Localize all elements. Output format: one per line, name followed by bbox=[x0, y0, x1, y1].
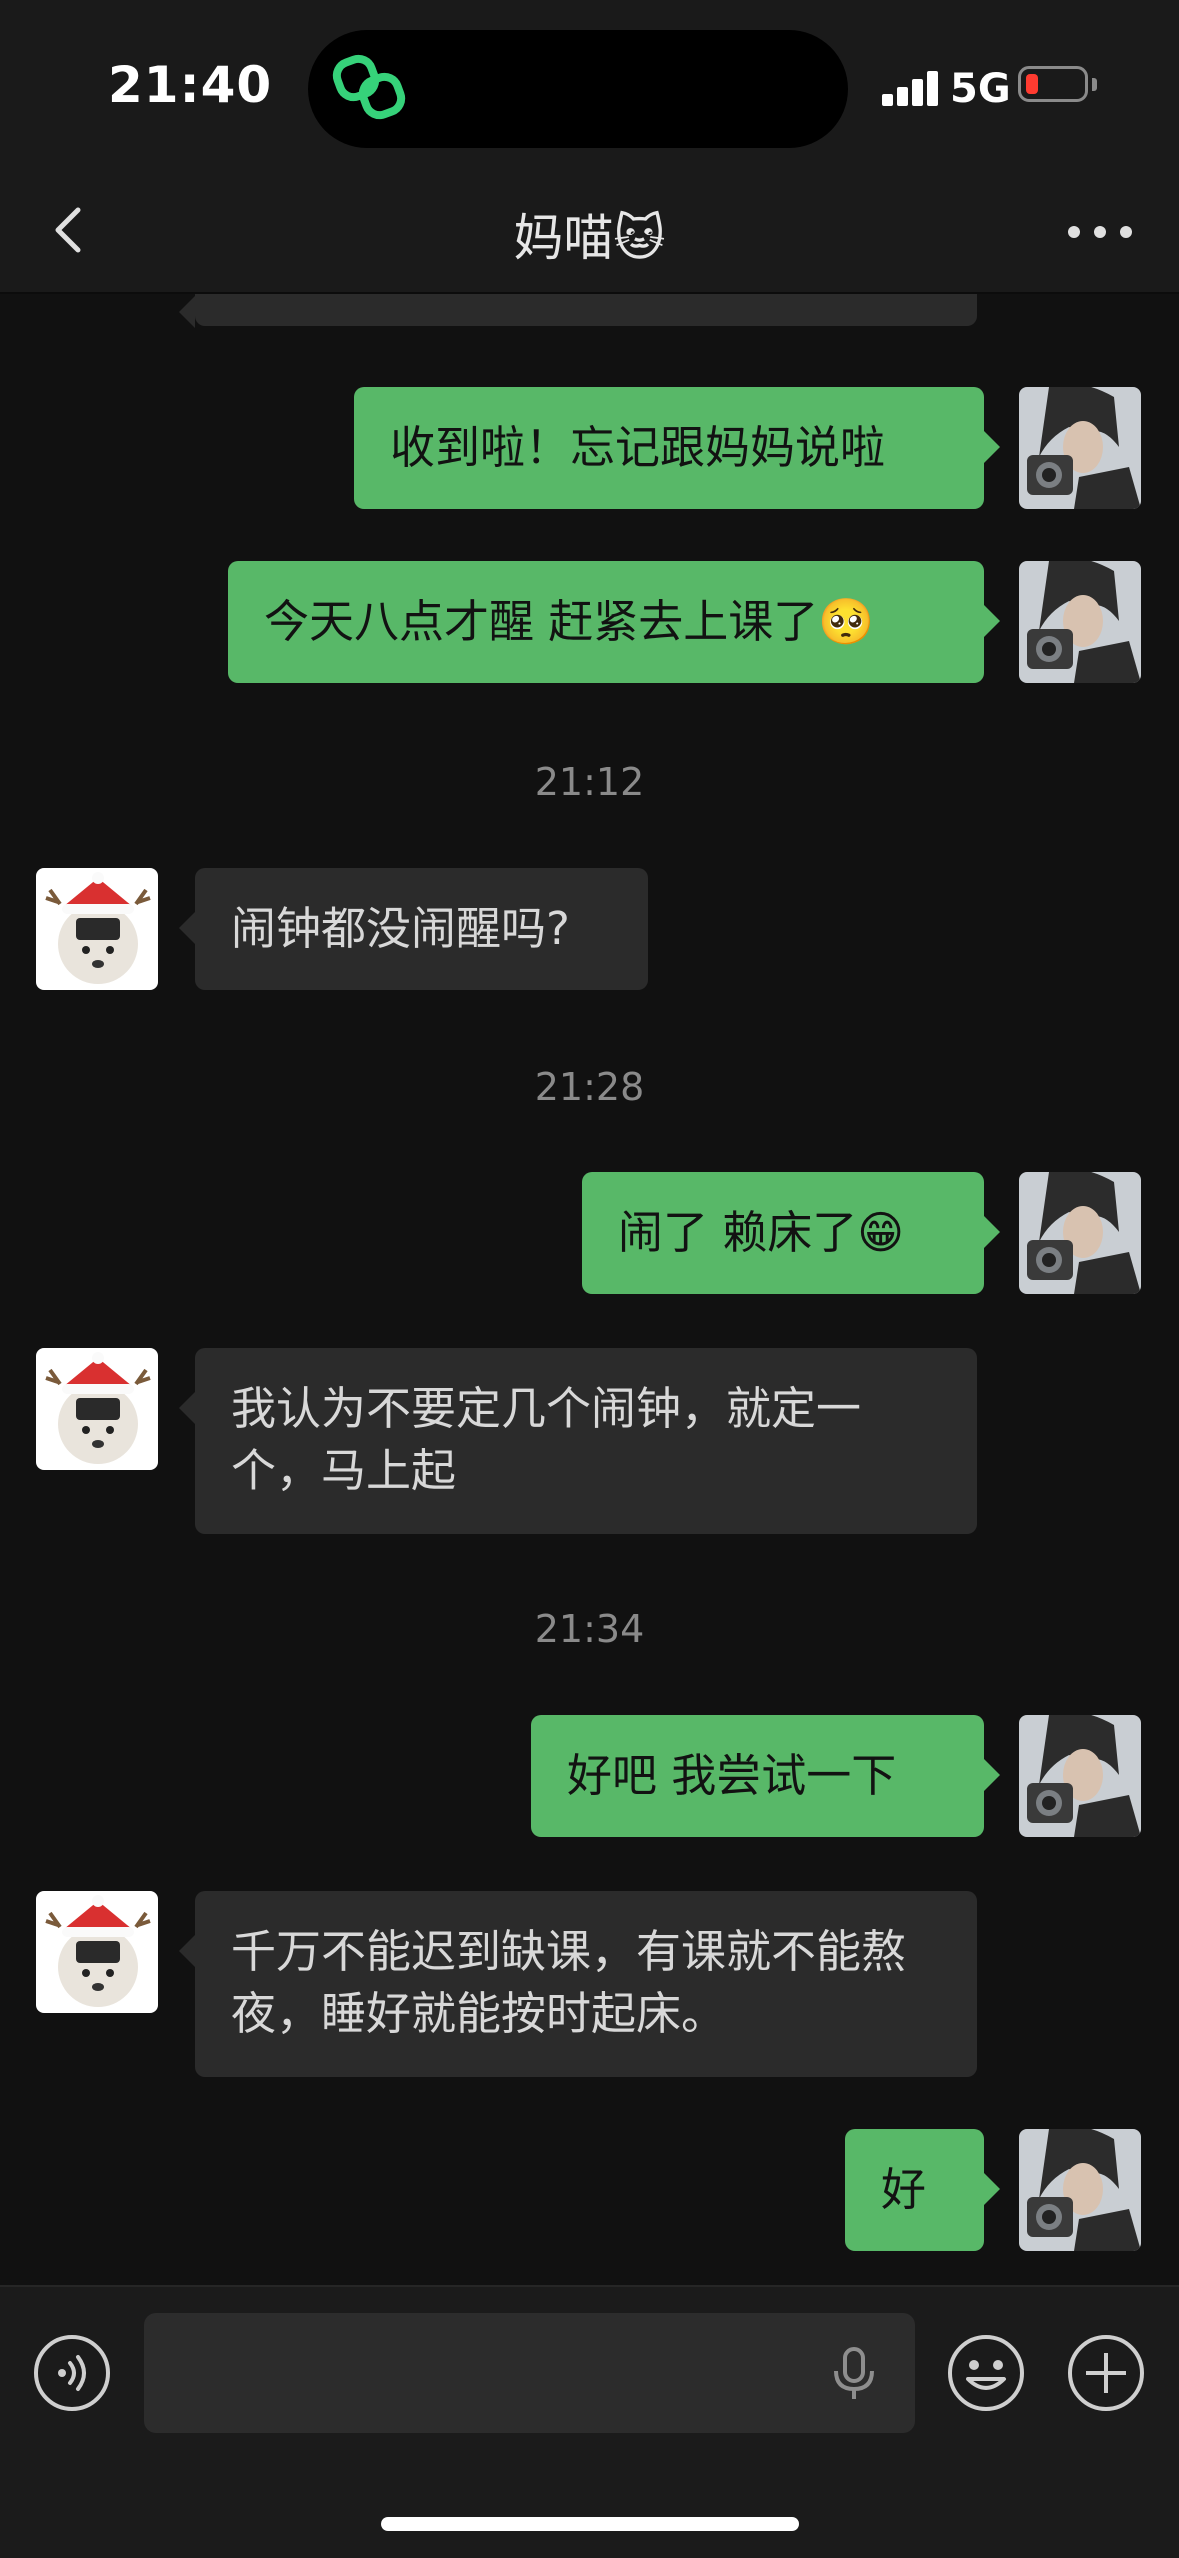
message-bubble-outgoing[interactable]: 收到啦！忘记跟妈妈说啦 bbox=[354, 387, 1000, 509]
battery-icon bbox=[1018, 66, 1088, 102]
contact-avatar[interactable] bbox=[36, 1348, 158, 1470]
message-bubble-outgoing[interactable]: 闹了 赖床了😁 bbox=[582, 1172, 1000, 1294]
plus-icon[interactable] bbox=[1066, 2333, 1146, 2413]
my-avatar[interactable] bbox=[1019, 2129, 1141, 2251]
message-bubble-incoming[interactable]: 闹钟都没闹醒吗? bbox=[179, 868, 648, 990]
contact-avatar[interactable] bbox=[36, 1891, 158, 2013]
timestamp: 21:12 bbox=[534, 760, 645, 804]
dynamic-island bbox=[308, 30, 848, 148]
timestamp: 21:34 bbox=[534, 1607, 645, 1651]
message-bubble-outgoing[interactable]: 好 bbox=[845, 2129, 1000, 2251]
message-input[interactable] bbox=[144, 2313, 915, 2433]
message-bubble-incoming[interactable] bbox=[179, 292, 977, 328]
link-icon bbox=[332, 54, 406, 120]
chat-title: 妈喵🐱 bbox=[513, 209, 666, 267]
voice-mode-icon[interactable] bbox=[32, 2333, 112, 2413]
timestamp: 21:28 bbox=[534, 1065, 645, 1109]
message-text: 千万不能迟到缺课，有课就不能熬夜，睡好就能按时起床。 bbox=[231, 1925, 907, 2040]
message-bubble-outgoing[interactable]: 今天八点才醒 赶紧去上课了🥺 bbox=[228, 561, 1000, 683]
my-avatar[interactable] bbox=[1019, 561, 1141, 683]
my-avatar[interactable] bbox=[1019, 1715, 1141, 1837]
chat-header: 妈喵🐱 bbox=[0, 170, 1179, 294]
message-text: 收到啦！忘记跟妈妈说啦 bbox=[390, 421, 886, 474]
message-bubble-outgoing[interactable]: 好吧 我尝试一下 bbox=[531, 1715, 1000, 1837]
status-bar: 21:40 5G bbox=[0, 0, 1179, 170]
message-text: 闹钟都没闹醒吗? bbox=[231, 902, 570, 955]
network-type: 5G bbox=[950, 66, 1011, 112]
message-text: 好吧 我尝试一下 bbox=[567, 1749, 897, 1802]
message-text: 今天八点才醒 赶紧去上课了🥺 bbox=[264, 595, 875, 648]
message-text: 我认为不要定几个闹钟，就定一个，马上起 bbox=[231, 1382, 862, 1497]
home-indicator[interactable] bbox=[381, 2517, 799, 2531]
message-text: 闹了 赖床了😁 bbox=[618, 1206, 905, 1259]
message-text: 好 bbox=[881, 2163, 927, 2216]
contact-avatar[interactable] bbox=[36, 868, 158, 990]
status-time: 21:40 bbox=[108, 56, 273, 114]
more-dots-icon[interactable] bbox=[1060, 202, 1140, 262]
emoji-icon[interactable] bbox=[946, 2333, 1026, 2413]
my-avatar[interactable] bbox=[1019, 387, 1141, 509]
message-bubble-incoming[interactable]: 千万不能迟到缺课，有课就不能熬夜，睡好就能按时起床。 bbox=[179, 1891, 977, 2077]
signal-icon bbox=[882, 70, 942, 106]
message-bubble-incoming[interactable]: 我认为不要定几个闹钟，就定一个，马上起 bbox=[179, 1348, 977, 1534]
battery-tip bbox=[1092, 78, 1097, 91]
microphone-icon[interactable] bbox=[824, 2343, 884, 2403]
my-avatar[interactable] bbox=[1019, 1172, 1141, 1294]
message-list[interactable]: 收到啦！忘记跟妈妈说啦 今天八点才醒 赶紧去上课了🥺 21:12 闹钟都没闹醒吗… bbox=[0, 292, 1179, 2285]
